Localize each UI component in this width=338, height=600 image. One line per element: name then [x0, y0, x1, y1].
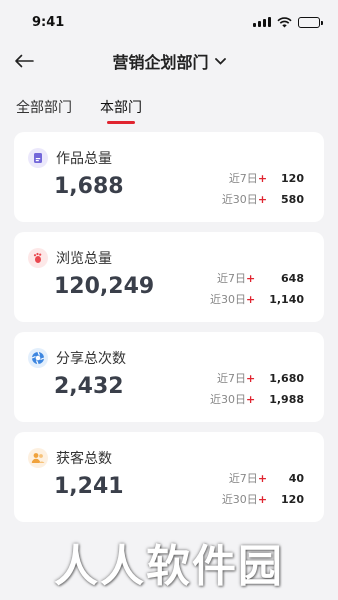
card-label: 作品总量	[56, 151, 112, 167]
card-stats: 近7日+ 40 近30日+ 120	[222, 470, 304, 507]
stat-card-shares[interactable]: 分享总次数 2,432 近7日+ 1,680 近30日+ 1,988	[14, 332, 324, 422]
tab-label: 本部门	[100, 100, 142, 116]
status-bar: 9:41	[0, 0, 338, 44]
footprint-icon	[28, 248, 48, 268]
tab-my-department[interactable]: 本部门	[100, 88, 142, 126]
status-time: 9:41	[32, 14, 65, 30]
stat-30d-label: 近30日+	[221, 193, 268, 206]
card-stats: 近7日+ 1,680 近30日+ 1,988	[210, 370, 304, 407]
stat-7d-label: 近7日+	[216, 372, 256, 385]
department-selector[interactable]: 营销企划部门	[112, 49, 226, 73]
tab-label: 全部部门	[16, 100, 72, 116]
stat-7d-value: 648	[281, 271, 304, 285]
works-icon	[28, 148, 48, 168]
nav-header: 营销企划部门	[0, 44, 338, 78]
battery-icon	[298, 16, 323, 28]
stat-7d-label: 近7日+	[216, 272, 256, 285]
back-button[interactable]	[12, 49, 36, 73]
tab-all-departments[interactable]: 全部部门	[16, 88, 72, 126]
stat-7d-value: 1,680	[269, 371, 304, 385]
stat-30d-value: 120	[281, 492, 304, 506]
department-tabs: 全部部门 本部门	[0, 88, 338, 126]
stat-card-customers[interactable]: 获客总数 1,241 近7日+ 40 近30日+ 120	[14, 432, 324, 522]
page-title: 营销企划部门	[112, 53, 209, 72]
card-label: 分享总次数	[56, 351, 126, 367]
stat-card-views[interactable]: 浏览总量 120,249 近7日+ 648 近30日+ 1,140	[14, 232, 324, 322]
stat-30d-label: 近30日+	[221, 493, 268, 506]
stat-7d-value: 40	[288, 471, 304, 485]
card-label: 浏览总量	[56, 251, 112, 267]
card-stats: 近7日+ 120 近30日+ 580	[222, 170, 304, 207]
customers-icon	[28, 448, 48, 468]
stat-30d-label: 近30日+	[209, 293, 256, 306]
stat-7d-label: 近7日+	[228, 172, 268, 185]
wifi-icon	[277, 16, 292, 27]
stat-30d-value: 580	[281, 192, 304, 206]
stat-30d-value: 1,988	[269, 392, 304, 406]
stats-cards: 作品总量 1,688 近7日+ 120 近30日+ 580 浏览总量 120,2…	[0, 126, 338, 522]
status-icons	[253, 16, 323, 28]
watermark: 人人软件园	[54, 541, 284, 592]
stat-30d-label: 近30日+	[209, 393, 256, 406]
chevron-down-icon	[214, 57, 226, 65]
cellular-signal-icon	[253, 17, 271, 27]
stat-30d-value: 1,140	[269, 292, 304, 306]
stat-7d-value: 120	[281, 171, 304, 185]
share-icon	[28, 348, 48, 368]
back-arrow-icon	[15, 54, 34, 68]
card-stats: 近7日+ 648 近30日+ 1,140	[210, 270, 304, 307]
card-label: 获客总数	[56, 451, 112, 467]
stat-card-works[interactable]: 作品总量 1,688 近7日+ 120 近30日+ 580	[14, 132, 324, 222]
stat-7d-label: 近7日+	[228, 472, 268, 485]
